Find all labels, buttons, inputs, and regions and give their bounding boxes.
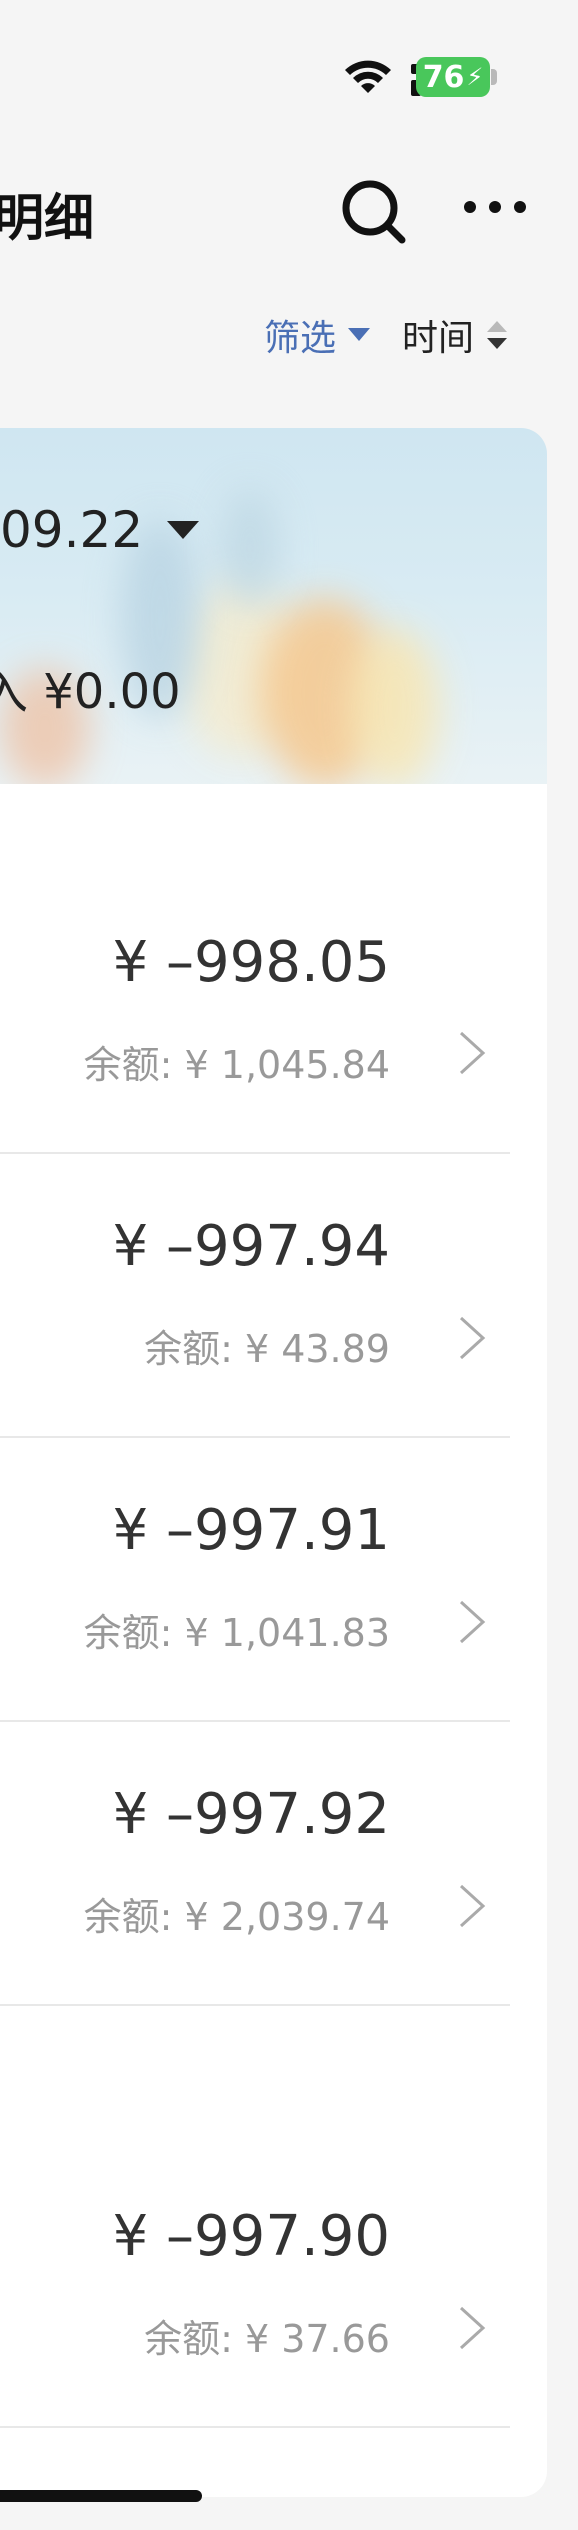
transaction-balance: 余额: ¥ 1,041.83 [83, 1611, 390, 1655]
transaction-balance: 余额: ¥ 1,045.84 [83, 1043, 390, 1087]
more-dots-icon [464, 201, 526, 213]
charging-bolt-icon: ⚡ [466, 63, 484, 91]
battery-indicator: 76 ⚡ [416, 57, 490, 97]
transaction-row[interactable]: ¥ –997.90 余额: ¥ 37.66 [0, 2006, 547, 2428]
chevron-right-icon [459, 1316, 486, 1360]
transaction-amount: ¥ –998.05 [112, 930, 390, 995]
battery-cap [491, 69, 497, 85]
filter-button[interactable]: 筛选 [264, 310, 371, 360]
transaction-amount: ¥ –997.90 [112, 2204, 390, 2269]
transaction-amount: ¥ –997.92 [112, 1782, 390, 1847]
chevron-right-icon [459, 1884, 486, 1928]
page-title: 明细 [0, 189, 94, 247]
more-options-button[interactable] [460, 182, 530, 232]
month-date: 09.22 [0, 501, 144, 559]
chevron-right-icon [459, 2306, 486, 2350]
time-sort-label: 时间 [402, 318, 475, 359]
month-banner [0, 428, 547, 784]
row-divider [0, 2426, 510, 2428]
income-summary: 入 ¥0.00 [0, 664, 181, 720]
banner-decoration [220, 488, 280, 608]
transaction-row[interactable]: ¥ –997.91 余额: ¥ 1,041.83 [0, 1438, 547, 1722]
transaction-list: ¥ –998.05 余额: ¥ 1,045.84 ¥ –997.94 余额: ¥… [0, 784, 547, 2497]
transaction-balance: 余额: ¥ 2,039.74 [83, 1895, 390, 1939]
screen: 76 ⚡ 明细 筛选 时间 09.22 入 ¥0.00 ¥ –998.05 余额… [0, 0, 578, 2530]
search-icon [342, 180, 406, 244]
month-selector[interactable]: 09.22 [0, 495, 200, 565]
chevron-right-icon [459, 1031, 486, 1075]
caret-down-icon [348, 328, 371, 341]
chevron-right-icon [459, 1600, 486, 1644]
transaction-amount: ¥ –997.94 [112, 1214, 390, 1279]
banner-decoration [350, 628, 440, 784]
transaction-balance: 余额: ¥ 37.66 [144, 2317, 390, 2361]
transaction-amount: ¥ –997.91 [112, 1498, 390, 1563]
transaction-balance: 余额: ¥ 43.89 [144, 1327, 390, 1371]
transaction-row[interactable]: ¥ –997.94 余额: ¥ 43.89 [0, 1154, 547, 1438]
battery-level: 76 [422, 59, 465, 95]
filter-label: 筛选 [264, 318, 337, 359]
caret-down-icon [167, 521, 200, 539]
transaction-row[interactable]: ¥ –997.92 余额: ¥ 2,039.74 [0, 1722, 547, 2006]
search-button[interactable] [338, 176, 408, 246]
transaction-row[interactable]: ¥ –998.05 余额: ¥ 1,045.84 [0, 784, 547, 1154]
time-sort-button[interactable]: 时间 [402, 310, 508, 360]
sort-arrows-icon [487, 321, 508, 349]
home-indicator[interactable] [0, 2490, 202, 2502]
wifi-icon [345, 60, 391, 93]
